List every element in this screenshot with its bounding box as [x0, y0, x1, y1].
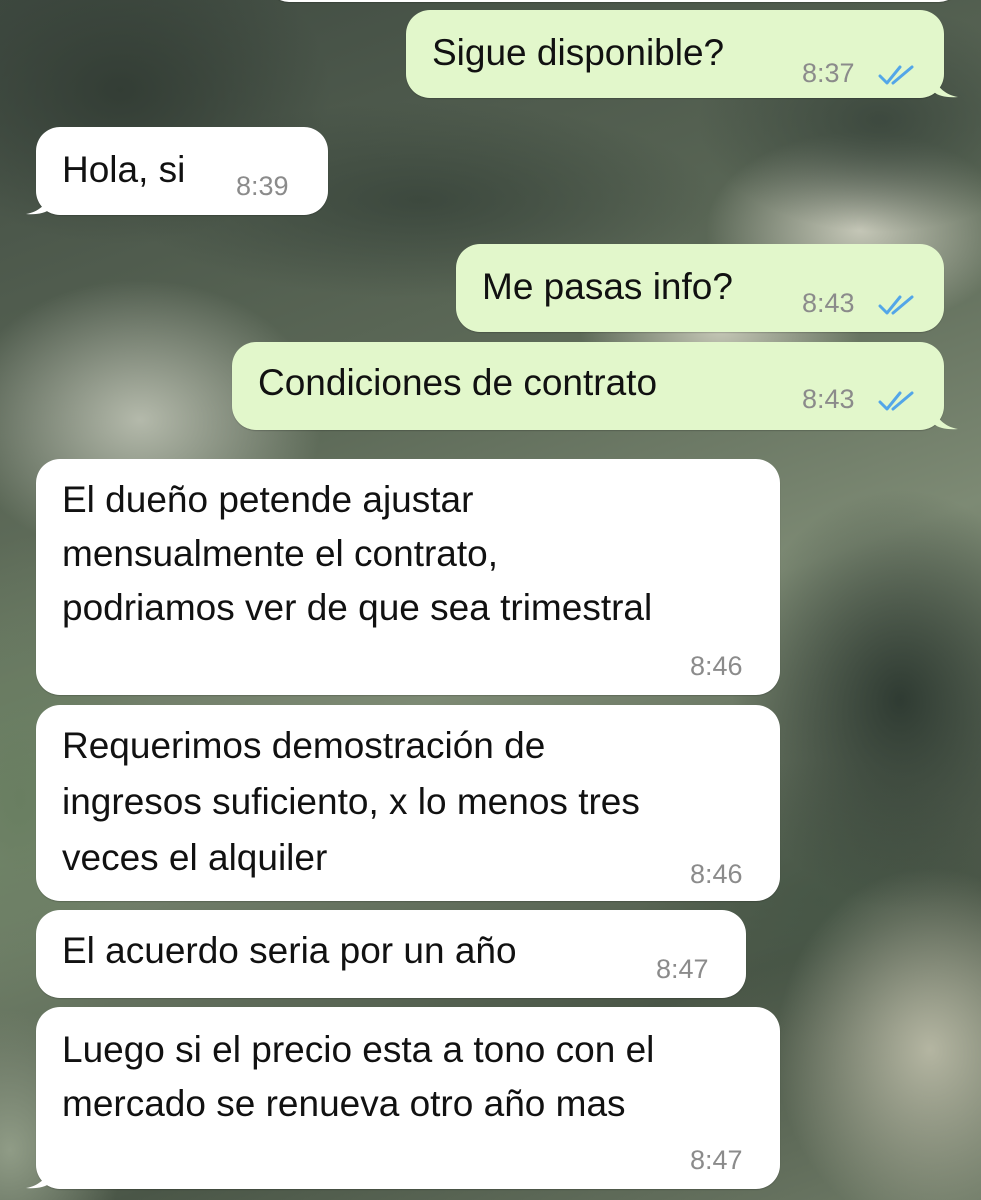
message-text-line: ingresos suficiento, x lo menos tres: [62, 781, 640, 822]
message-text-line: El dueño petende ajustar: [62, 479, 474, 520]
message-text-line: mercado se renueva otro año mas: [62, 1083, 626, 1124]
double-check-icon: [878, 65, 914, 85]
message-text-line: mensualmente el contrato,: [62, 533, 499, 574]
bubble-tail: [934, 78, 958, 98]
message-bubble-incoming[interactable]: El acuerdo seria por un año 8:47: [36, 910, 746, 998]
message-bubble-outgoing[interactable]: Sigue disponible? 8:37: [406, 10, 958, 98]
message-text: El acuerdo seria por un año: [62, 930, 517, 971]
bubble-tail: [934, 410, 958, 430]
message-text: Condiciones de contrato: [258, 362, 658, 403]
message-bubble-outgoing[interactable]: Condiciones de contrato 8:43: [232, 342, 958, 430]
message-text-line: Luego si el precio esta a tono con el: [62, 1029, 655, 1070]
message-bubble-incoming[interactable]: El dueño petende ajustar mensualmente el…: [36, 459, 780, 695]
bubble-tail: [26, 1169, 50, 1189]
message-text: Hola, si: [62, 149, 186, 190]
message-time: 8:46: [690, 859, 743, 889]
partial-message-bubble: [268, 0, 960, 2]
message-time: 8:37: [802, 58, 855, 88]
message-text-line: podriamos ver de que sea trimestral: [62, 587, 653, 628]
message-time: 8:47: [690, 1145, 743, 1175]
double-check-icon: [878, 391, 914, 411]
message-text-line: veces el alquiler: [62, 837, 328, 878]
message-time: 8:39: [236, 171, 289, 201]
message-bubble-incoming[interactable]: Luego si el precio esta a tono con el me…: [26, 1007, 780, 1189]
message-bubble-incoming[interactable]: Requerimos demostración de ingresos sufi…: [36, 705, 780, 901]
message-time: 8:43: [802, 384, 855, 414]
double-check-icon: [878, 295, 914, 315]
message-text: Sigue disponible?: [432, 32, 725, 73]
message-time: 8:43: [802, 288, 855, 318]
message-text: Me pasas info?: [482, 266, 733, 307]
message-time: 8:46: [690, 651, 743, 681]
message-bubble-outgoing[interactable]: Me pasas info? 8:43: [456, 244, 944, 332]
message-time: 8:47: [656, 954, 709, 984]
bubble-tail: [26, 195, 50, 215]
message-text-line: Requerimos demostración de: [62, 725, 546, 766]
message-bubble-incoming[interactable]: Hola, si 8:39: [26, 127, 328, 215]
